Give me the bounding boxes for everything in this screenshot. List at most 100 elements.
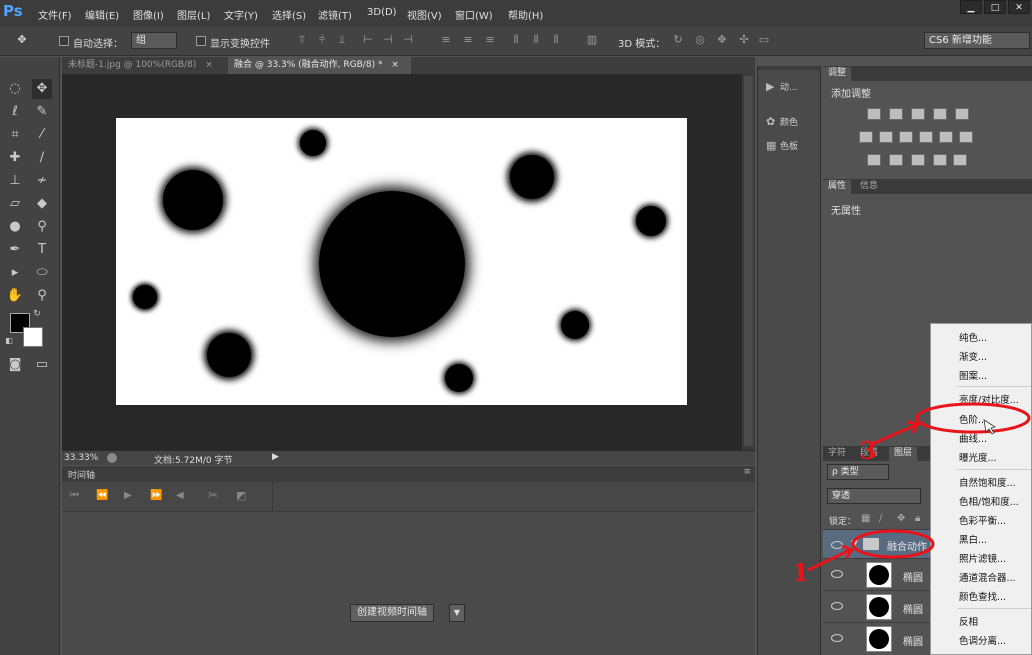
scroll-thumb[interactable] [744,76,753,446]
dock-swatches[interactable]: ▦ 色板 [766,139,798,152]
distribute-right-icon[interactable]: ⦀ [550,34,562,46]
align-hcenter-icon[interactable]: ⊣ [382,34,394,46]
eraser-icon[interactable]: ▱ [5,194,25,214]
menu-item-hue-saturation[interactable]: 色相/饱和度... [959,494,1019,508]
distribute-left-icon[interactable]: ⦀ [510,34,522,46]
invert-icon[interactable] [867,154,881,166]
menu-item-black-white[interactable]: 黑白... [959,532,987,546]
align-top-icon[interactable]: ⫪ [296,34,308,46]
tab-close-icon[interactable]: × [205,60,213,70]
menu-edit[interactable]: 编辑(E) [85,7,119,22]
zoom-tool-icon[interactable]: ⚲ [32,286,52,306]
clone-stamp-icon[interactable]: ⊥ [5,171,25,191]
workspace-dropdown[interactable]: CS6 新增功能 [924,32,1030,49]
menu-item-photo-filter[interactable]: 照片滤镜... [959,551,1006,565]
menu-item-pattern[interactable]: 图案... [959,368,987,382]
path-select-icon[interactable]: ▸ [5,263,25,283]
menu-window[interactable]: 窗口(W) [455,7,493,22]
auto-select-dropdown[interactable]: 组 [131,32,177,49]
distribute-hcenter-icon[interactable]: ⦀ [530,34,542,46]
black-white-icon[interactable] [899,131,913,143]
type-tool-icon[interactable]: T [32,240,52,260]
color-lookup-icon[interactable] [959,131,973,143]
tab-info[interactable]: 信息 [855,180,883,194]
align-left-icon[interactable]: ⊢ [362,34,374,46]
visibility-eye-icon[interactable] [831,570,843,578]
menu-help[interactable]: 帮助(H) [508,7,543,22]
tab-adjustments[interactable]: 调整 [823,67,852,81]
distribute-bottom-icon[interactable]: ≡ [484,34,496,46]
brush-tool-icon[interactable]: ∕ [32,148,52,168]
menu-item-vibrance[interactable]: 自然饱和度... [959,475,1016,489]
3d-scale-icon[interactable]: ▭ [758,34,770,46]
timeline-dropdown-arrow-icon[interactable]: ▼ [449,604,465,622]
panel-menu-icon[interactable]: ≡ [743,467,751,477]
menu-layer[interactable]: 图层(L) [177,7,210,22]
auto-select-checkbox[interactable] [59,36,69,46]
photo-filter-icon[interactable] [919,131,933,143]
lock-transparent-icon[interactable]: ▦ [861,513,870,524]
menu-item-brightness-contrast[interactable]: 亮度/对比度... [959,392,1019,406]
lasso-tool-icon[interactable]: ℓ [5,102,25,122]
menu-image[interactable]: 图像(I) [133,7,164,22]
auto-align-icon[interactable]: ▥ [586,34,598,46]
selective-color-icon[interactable] [933,154,947,166]
tab-character[interactable]: 字符 [823,447,851,461]
curves-icon[interactable] [911,108,925,120]
gradient-map-icon[interactable] [953,154,967,166]
tab-untitled[interactable]: 未标题-1.jpg @ 100%(RGB/8) × [62,57,227,74]
menu-item-color-lookup[interactable]: 颜色查找... [959,589,1006,603]
move-tool-icon[interactable]: ✥ [32,79,52,99]
distribute-top-icon[interactable]: ≡ [440,34,452,46]
maximize-button[interactable]: □ [984,0,1006,14]
brightness-icon[interactable] [867,108,881,120]
quick-select-icon[interactable]: ✎ [32,102,52,122]
menu-item-levels[interactable]: 色阶... [959,412,987,426]
menu-item-curves[interactable]: 曲线... [959,431,987,445]
blur-tool-icon[interactable]: ● [5,217,25,237]
hue-sat-icon[interactable] [859,131,873,143]
transition-icon[interactable]: ◩ [236,489,246,502]
minimize-button[interactable]: ▁ [960,0,982,14]
history-brush-icon[interactable]: ≁ [32,171,52,191]
layer-filter-dropdown[interactable]: ρ 类型 [827,464,889,480]
menu-file[interactable]: 文件(F) [38,7,72,22]
dock-color[interactable]: ✿ 颜色 [766,115,798,128]
quick-mask-icon[interactable]: ◙ [5,355,25,375]
status-info-icon[interactable] [107,453,117,463]
menu-item-color-balance[interactable]: 色彩平衡... [959,513,1006,527]
crop-tool-icon[interactable]: ⌗ [5,125,25,145]
tab-close-icon[interactable]: × [391,60,399,70]
zoom-level[interactable]: 33.33% [64,453,98,463]
default-colors-icon[interactable]: ◧ [3,335,15,347]
healing-brush-icon[interactable]: ✚ [5,148,25,168]
visibility-eye-icon[interactable] [831,602,843,610]
menu-item-channel-mixer[interactable]: 通道混合器... [959,570,1016,584]
align-bottom-icon[interactable]: ⫫ [336,34,348,46]
hand-tool-icon[interactable]: ✋ [5,286,25,306]
menu-view[interactable]: 视图(V) [407,7,442,22]
tab-layers[interactable]: 图层 [889,447,918,461]
align-vcenter-icon[interactable]: ⫩ [316,34,328,46]
menu-item-posterize[interactable]: 色调分离... [959,633,1006,647]
paint-bucket-icon[interactable]: ◆ [32,194,52,214]
tab-fusion[interactable]: 融合 @ 33.3% (融合动作, RGB/8) * × [228,57,411,74]
blend-mode-dropdown[interactable]: 穿透 [827,488,921,504]
marquee-tool-icon[interactable]: ◌ [5,79,25,99]
split-icon[interactable]: ✂ [208,488,218,502]
tab-properties[interactable]: 属性 [823,180,852,194]
visibility-eye-icon[interactable] [831,541,843,549]
eyedropper-icon[interactable]: ⁄ [32,125,52,145]
lock-pixels-icon[interactable]: ∕ [879,513,882,524]
lock-all-icon[interactable]: 🔒︎ [915,513,920,524]
vibrance-icon[interactable] [955,108,969,120]
timeline-tab[interactable]: 时间轴 [68,468,95,481]
pen-tool-icon[interactable]: ✒ [5,240,25,260]
next-frame-icon[interactable]: ⏩ [150,490,162,501]
visibility-eye-icon[interactable] [831,634,843,642]
first-frame-icon[interactable]: ⏮ [70,490,79,501]
play-icon[interactable]: ▶ [124,490,132,501]
3d-slide-icon[interactable]: ✣ [738,34,750,46]
align-right-icon[interactable]: ⊣ [402,34,414,46]
color-balance-icon[interactable] [879,131,893,143]
